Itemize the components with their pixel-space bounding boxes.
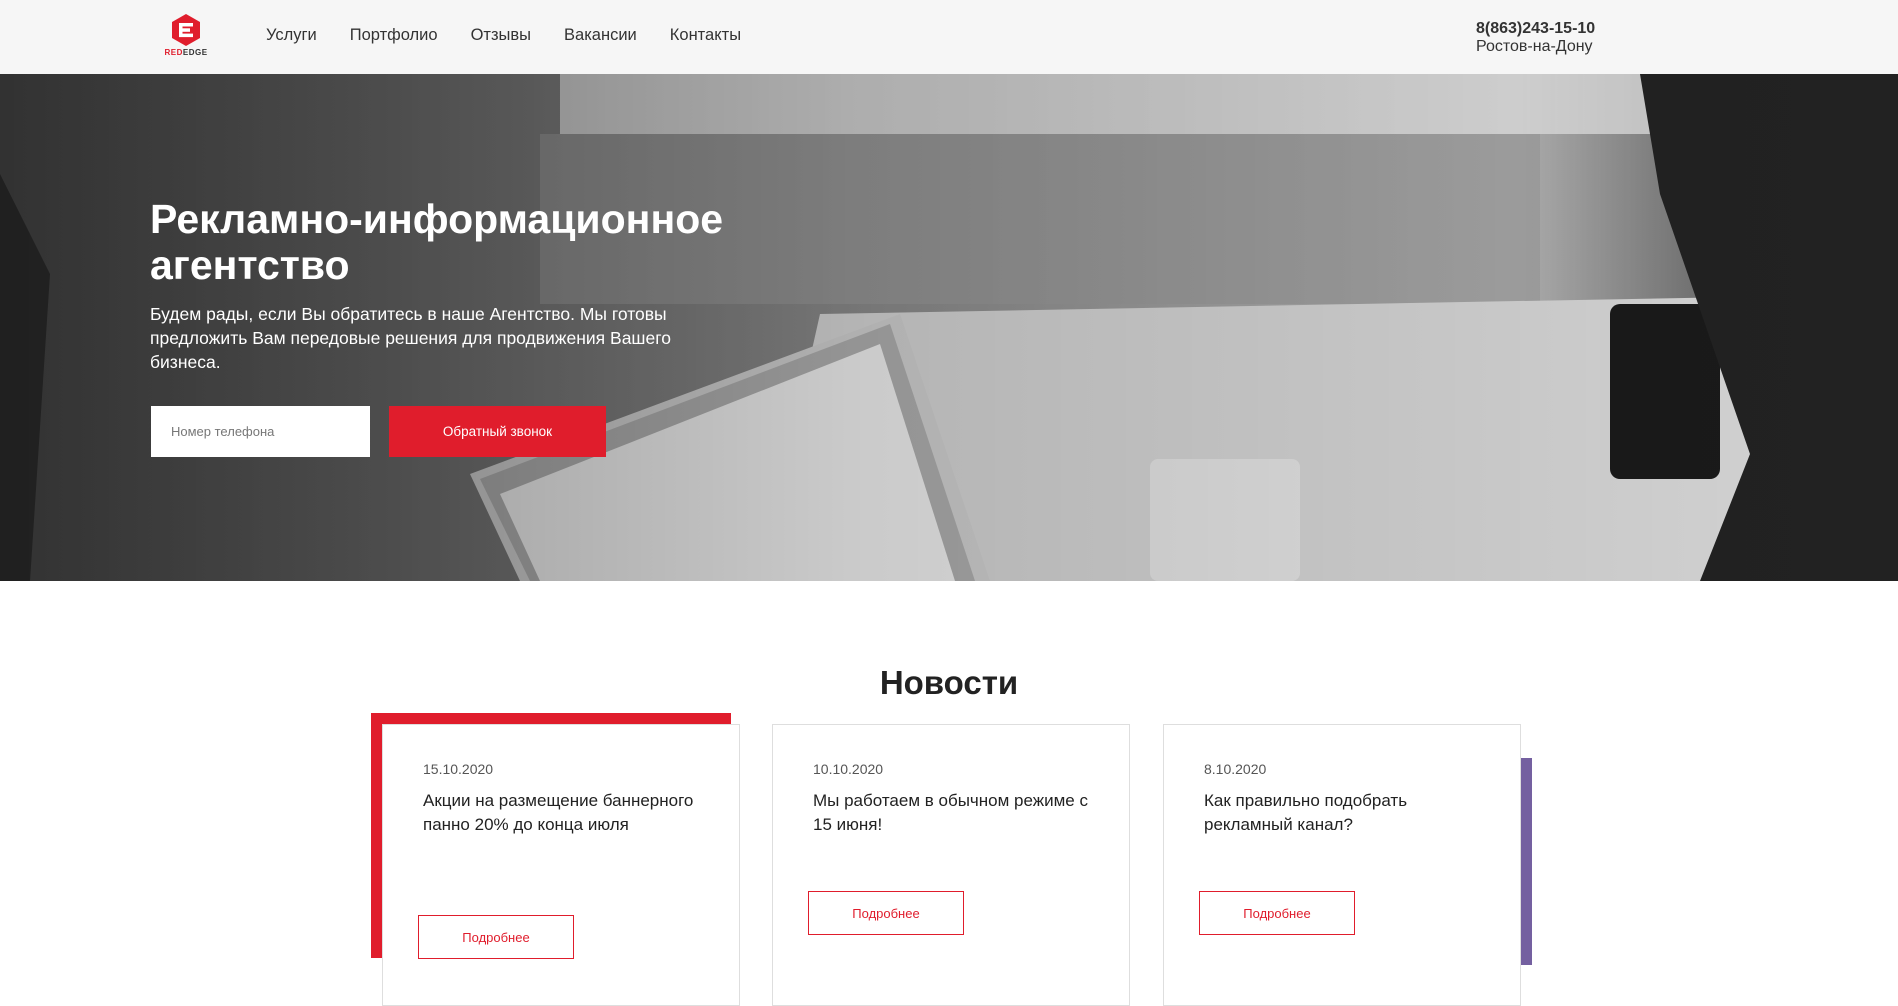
news-title[interactable]: Акции на размещение баннерного панно 20%… (423, 789, 718, 837)
news-title[interactable]: Как правильно подобрать рекламный канал? (1204, 789, 1499, 837)
header-city: Ростов-на-Дону (1476, 38, 1593, 55)
news-card: 10.10.2020 Мы работаем в обычном режиме … (772, 724, 1130, 1006)
logo[interactable]: REDEDGE (163, 14, 209, 62)
nav-item-reviews[interactable]: Отзывы (471, 26, 531, 45)
news-date: 8.10.2020 (1204, 761, 1267, 777)
hero-section: Рекламно-информационное агентство Будем … (0, 74, 1898, 581)
phone-input[interactable] (151, 406, 370, 457)
news-more-button[interactable]: Подробнее (808, 891, 964, 935)
callback-button[interactable]: Обратный звонок (389, 406, 606, 457)
header-phone[interactable]: 8(863)243-15-10 (1476, 20, 1595, 38)
news-card: 8.10.2020 Как правильно подобрать реклам… (1163, 724, 1521, 1006)
hero-title: Рекламно-информационное агентство (150, 196, 724, 288)
news-heading: Новости (879, 664, 1019, 701)
logo-text: REDEDGE (164, 48, 208, 57)
news-more-button[interactable]: Подробнее (1199, 891, 1355, 935)
news-more-button[interactable]: Подробнее (418, 915, 574, 959)
news-date: 15.10.2020 (423, 761, 494, 777)
news-accent-purple (1520, 758, 1532, 965)
header-contact: 8(863)243-15-10 Ростов-на-Дону (1476, 20, 1595, 56)
nav-item-vacancies[interactable]: Вакансии (564, 26, 637, 45)
hero-description: Будем рады, если Вы обратитесь в наше Аг… (150, 304, 671, 372)
news-date: 10.10.2020 (813, 761, 884, 777)
news-card: 15.10.2020 Акции на размещение баннерног… (382, 724, 740, 1006)
nav-item-portfolio[interactable]: Портфолио (350, 26, 438, 45)
nav-item-contacts[interactable]: Контакты (670, 26, 741, 45)
main-nav: Услуги Портфолио Отзывы Вакансии Контакт… (266, 26, 774, 45)
site-header: REDEDGE Услуги Портфолио Отзывы Вакансии… (0, 0, 1898, 74)
news-title[interactable]: Мы работаем в обычном режиме с 15 июня! (813, 789, 1108, 837)
nav-item-services[interactable]: Услуги (266, 26, 317, 45)
logo-icon (172, 14, 200, 46)
